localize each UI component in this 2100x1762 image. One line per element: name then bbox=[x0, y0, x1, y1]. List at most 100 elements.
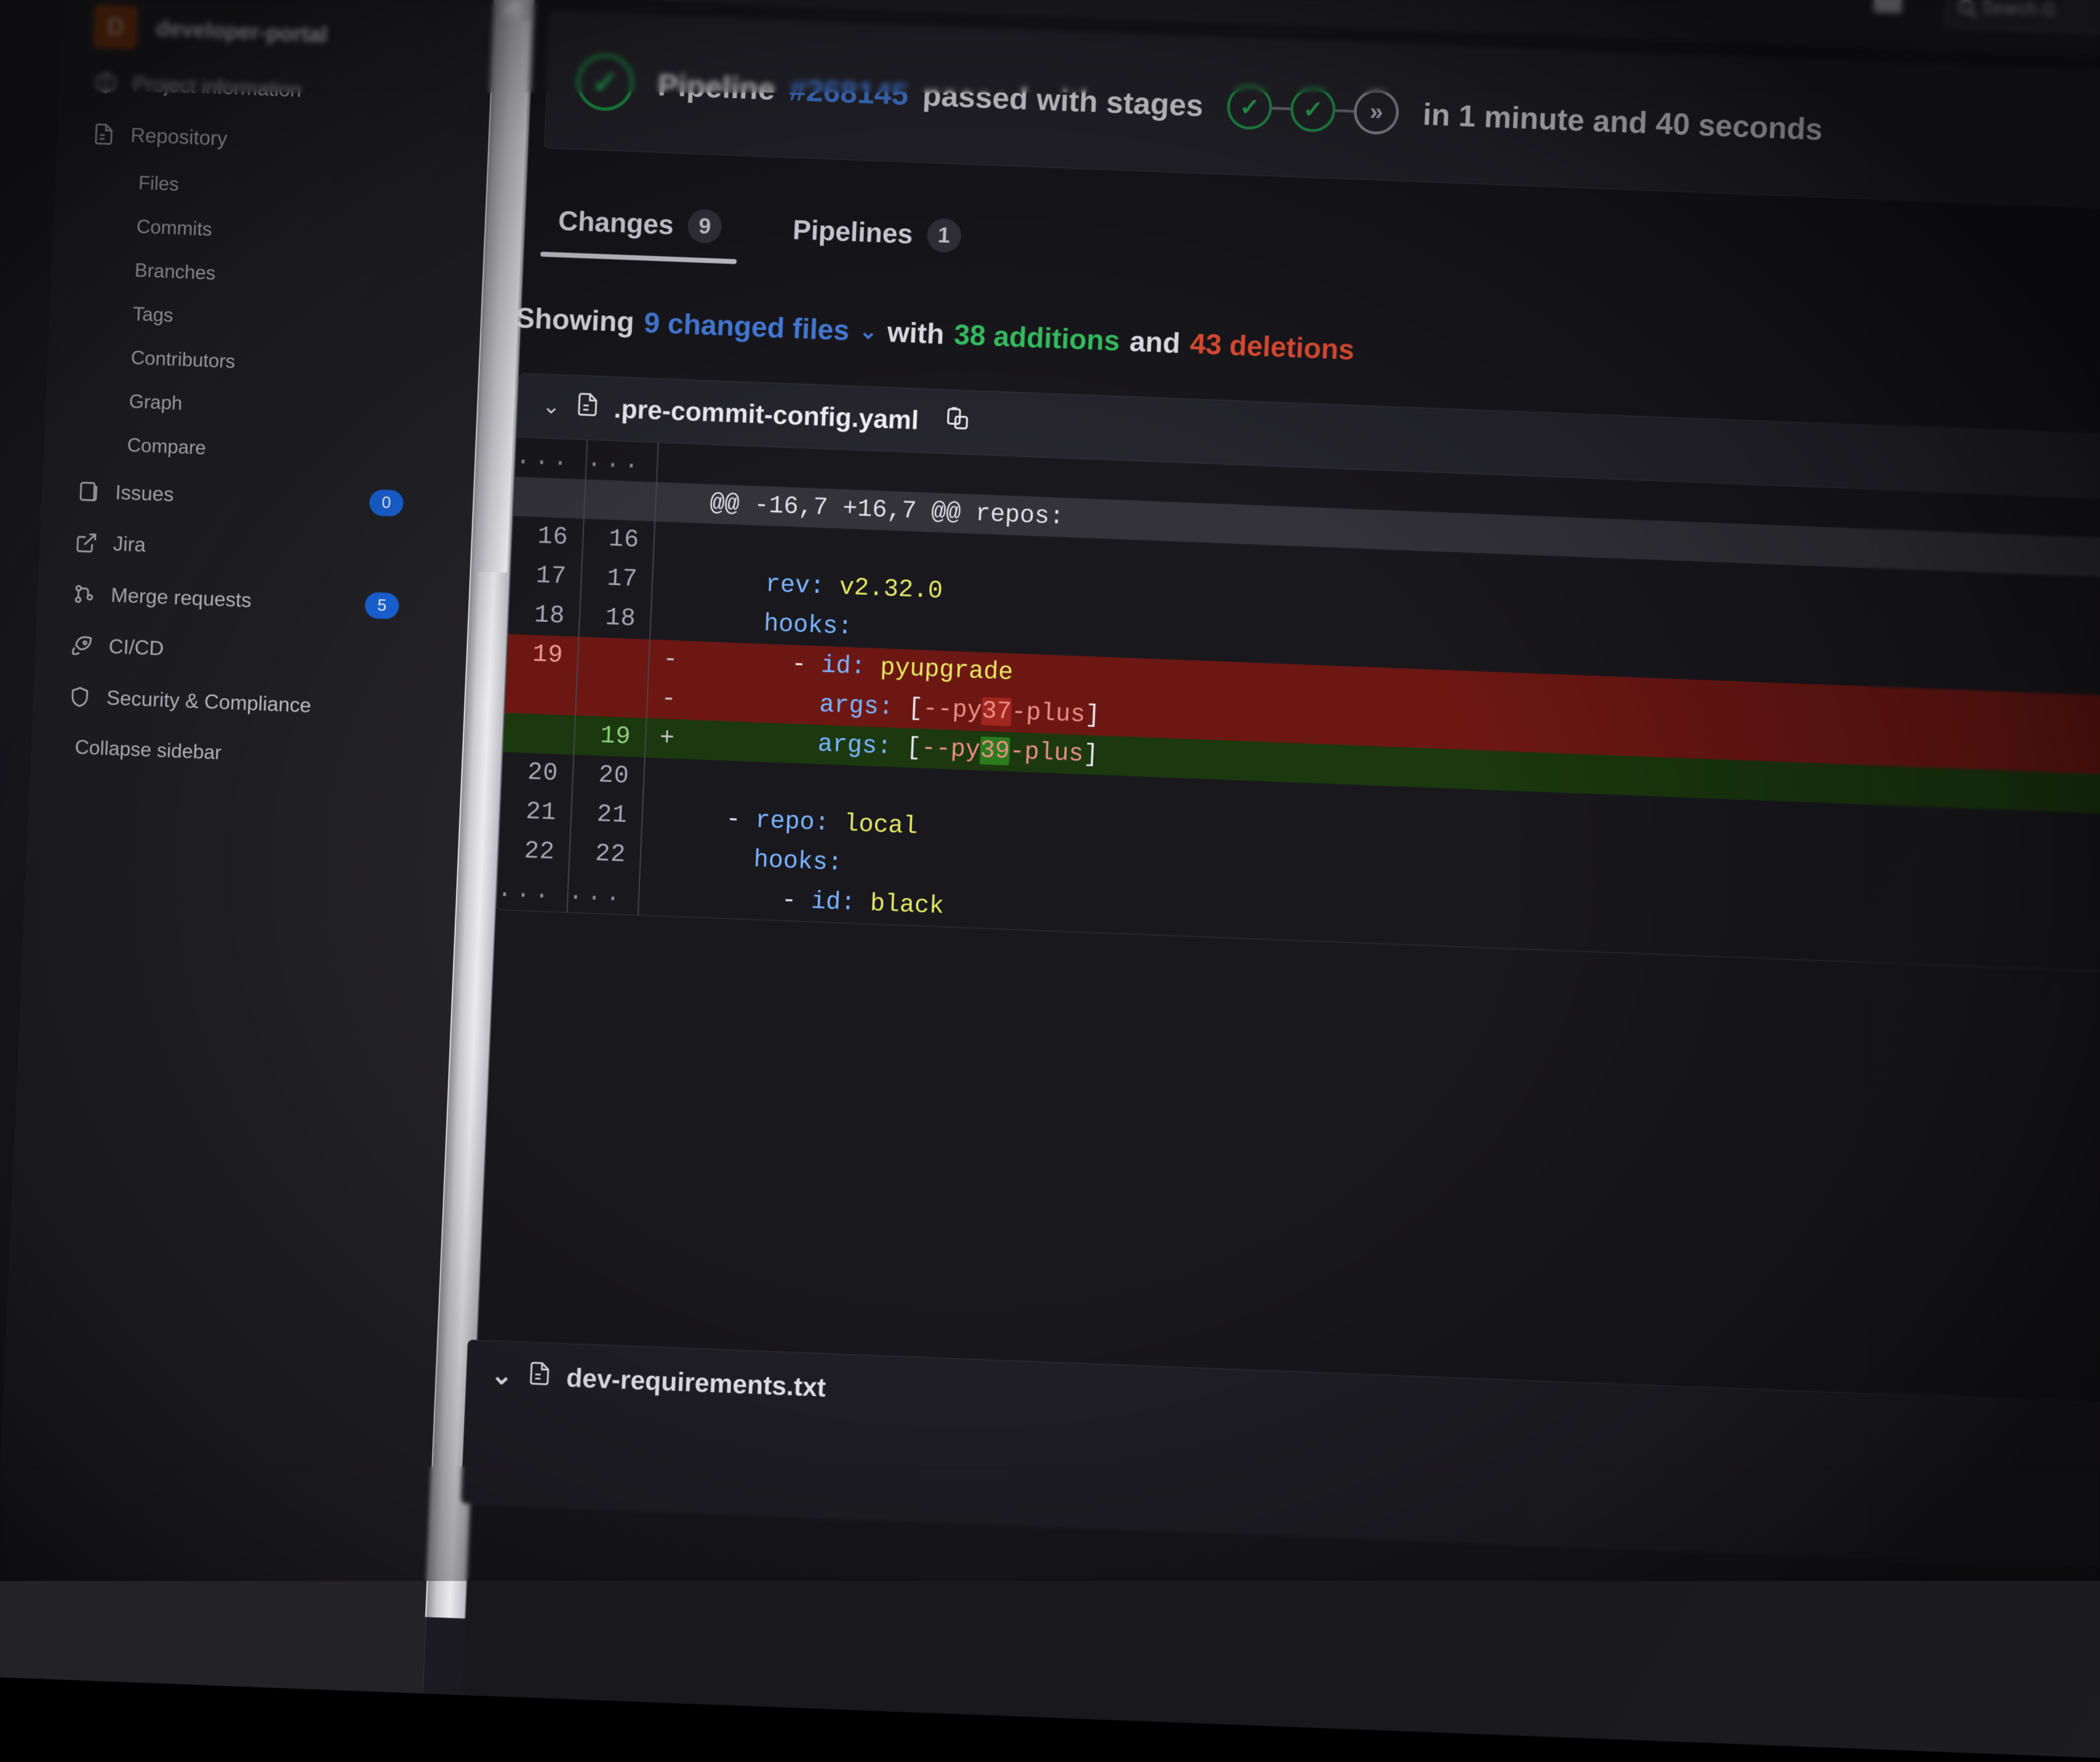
diff-sign bbox=[639, 876, 682, 917]
diff-old-line: 20 bbox=[501, 752, 574, 794]
tab-label: Changes bbox=[558, 205, 674, 241]
diff-file-name: .pre-commit-config.yaml bbox=[614, 394, 919, 435]
stage-passed-1-icon[interactable]: ✓ bbox=[1226, 84, 1273, 130]
diff-sign bbox=[640, 836, 684, 877]
changed-files-dropdown[interactable]: 9 changed files bbox=[643, 307, 850, 347]
sidebar-item-label: Branches bbox=[134, 260, 215, 284]
diff-old-line bbox=[503, 713, 576, 755]
deletions-count: 43 deletions bbox=[1189, 328, 1355, 366]
diff-sign: + bbox=[645, 718, 689, 759]
diff-new-line: ... bbox=[568, 873, 640, 915]
status-badge: 0 bbox=[369, 489, 404, 516]
diff-sign: - bbox=[647, 679, 690, 720]
chevron-down-icon[interactable]: ⌄ bbox=[859, 319, 878, 345]
diff-new-line: 19 bbox=[574, 715, 647, 757]
info-cube-icon bbox=[93, 70, 119, 96]
tab-label: Pipelines bbox=[792, 214, 914, 250]
pipeline-prefix: Pipeline bbox=[657, 67, 775, 107]
diff-sign bbox=[644, 757, 687, 798]
diff-old-line: 22 bbox=[498, 831, 571, 873]
diff-old-line: 18 bbox=[508, 594, 581, 637]
diff-file-card: ⌄ .pre-commit-config.yaml bbox=[496, 373, 2100, 983]
chevron-down-icon[interactable]: ⌄ bbox=[541, 393, 561, 419]
stage-connector bbox=[1272, 107, 1291, 110]
sidebar-item-label: Security & Compliance bbox=[106, 686, 312, 717]
check-circle-icon: ✓ bbox=[576, 53, 635, 112]
sidebar: D developer-portal Project information R… bbox=[0, 0, 495, 1694]
stage-passed-2-icon[interactable]: ✓ bbox=[1290, 86, 1336, 133]
pipeline-duration: in 1 minute and 40 seconds bbox=[1422, 96, 1824, 147]
panel-icon[interactable] bbox=[1873, 0, 1903, 13]
tab-changes[interactable]: Changes 9 bbox=[540, 193, 739, 261]
screen: SPATIAL WEB Search G D developer-portal … bbox=[0, 0, 2100, 1762]
tab-pipelines[interactable]: Pipelines 1 bbox=[775, 202, 978, 270]
diff-body: ... ... @@ -16,7 +16,7 @@ repos: 16 16 bbox=[497, 437, 2100, 982]
diff-old-line: 19 bbox=[506, 634, 579, 676]
diff-sign bbox=[652, 561, 695, 602]
stage-skipped-icon[interactable]: » bbox=[1353, 89, 1399, 135]
diff-sign bbox=[657, 443, 701, 484]
sidebar-item-label: Tags bbox=[132, 304, 174, 326]
diff-sign bbox=[656, 482, 699, 523]
diff-old-line: 16 bbox=[512, 516, 585, 558]
search-input[interactable]: Search G bbox=[1945, 0, 2100, 39]
diff-old-line: ... bbox=[515, 437, 588, 480]
pipeline-status-text: passed with stages bbox=[922, 77, 1204, 123]
diff-old-line: 17 bbox=[510, 556, 583, 598]
diff-new-line: 20 bbox=[573, 755, 645, 797]
showing-prefix: Showing bbox=[515, 302, 635, 339]
diff-new-line: 22 bbox=[569, 833, 642, 876]
sidebar-item-label: Compare bbox=[127, 434, 207, 458]
collapse-sidebar-label: Collapse sidebar bbox=[74, 736, 222, 764]
diff-old-line: ... bbox=[497, 870, 569, 912]
copy-to-clipboard-icon[interactable] bbox=[944, 404, 971, 440]
document-icon bbox=[91, 121, 117, 147]
showing-and: and bbox=[1129, 325, 1181, 360]
diff-new-line bbox=[576, 676, 649, 718]
diff-file-header[interactable]: ⌄ dev-requirements.txt bbox=[465, 1340, 2100, 1481]
tab-count: 1 bbox=[926, 218, 962, 253]
chevron-double-left-icon bbox=[61, 735, 62, 758]
diff-old-line bbox=[514, 477, 586, 519]
rocket-icon bbox=[69, 633, 95, 659]
diff-new-line: 18 bbox=[579, 597, 652, 639]
pipeline-id-link[interactable]: #268145 bbox=[789, 72, 909, 112]
diff-new-line: 21 bbox=[571, 794, 644, 836]
stage-connector bbox=[1335, 109, 1354, 112]
diff-sign bbox=[654, 522, 697, 563]
sidebar-item-label: CI/CD bbox=[108, 635, 164, 660]
diff-old-line: 21 bbox=[500, 791, 573, 833]
diff-new-line: 16 bbox=[583, 519, 656, 561]
shield-icon bbox=[67, 684, 93, 710]
sidebar-item-label: Merge requests bbox=[110, 584, 252, 612]
diff-file-name: dev-requirements.txt bbox=[565, 1363, 826, 1403]
sidebar-item-label: Commits bbox=[136, 216, 213, 240]
issues-icon bbox=[75, 479, 102, 505]
diff-new-line bbox=[585, 480, 657, 522]
chevron-down-icon[interactable]: ⌄ bbox=[490, 1360, 514, 1391]
tab-count: 9 bbox=[687, 208, 723, 243]
sidebar-item-label: Contributors bbox=[131, 347, 236, 372]
diff-new-line: ... bbox=[586, 440, 659, 482]
avatar: D bbox=[93, 4, 138, 50]
diff-tabs: Changes 9 Pipelines 1 bbox=[540, 193, 978, 270]
sidebar-item-label: Graph bbox=[129, 390, 183, 414]
additions-count: 38 additions bbox=[953, 318, 1121, 358]
sidebar-item-label: Issues bbox=[115, 481, 174, 506]
document-icon bbox=[526, 1359, 553, 1395]
document-icon bbox=[574, 390, 600, 426]
diff-file-card: ⌄ dev-requirements.txt bbox=[460, 1339, 2100, 1576]
diff-sign bbox=[642, 797, 685, 838]
sidebar-item-label: Jira bbox=[113, 533, 146, 557]
external-link-icon bbox=[73, 530, 100, 556]
scroll-up-arrow-icon[interactable] bbox=[502, 0, 527, 13]
diff-old-line bbox=[505, 673, 578, 715]
diff-summary: Showing 9 changed files ⌄ with 38 additi… bbox=[515, 302, 1355, 367]
project-name: developer-portal bbox=[155, 16, 328, 47]
sidebar-item-label: Project information bbox=[132, 72, 302, 102]
sidebar-item-label: Files bbox=[138, 172, 179, 195]
status-badge: 5 bbox=[364, 592, 399, 619]
showing-with: with bbox=[886, 316, 944, 351]
search-placeholder: Search G bbox=[1981, 0, 2056, 20]
main-content: ⍴⍴ Merge request !509 Initial FastAPI co… bbox=[462, 0, 2100, 1762]
